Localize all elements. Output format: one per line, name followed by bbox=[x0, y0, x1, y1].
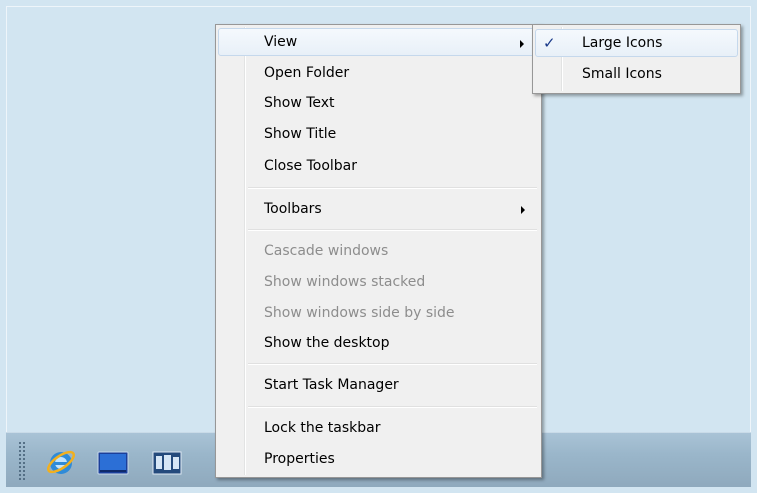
menu-item-view[interactable]: View bbox=[218, 28, 539, 56]
menu-item-label: Start Task Manager bbox=[264, 377, 399, 393]
menu-item-close-toolbar[interactable]: Close Toolbar bbox=[218, 152, 539, 180]
menu-separator bbox=[248, 406, 537, 408]
menu-item-label: Show the desktop bbox=[264, 335, 390, 351]
menu-item-show-desktop[interactable]: Show the desktop bbox=[218, 329, 539, 357]
menu-item-label: Open Folder bbox=[264, 65, 350, 81]
menu-item-show-windows-stacked: Show windows stacked bbox=[218, 268, 539, 296]
menu-item-label: Close Toolbar bbox=[264, 158, 358, 174]
desktop: View Open Folder Show Text Show Title Cl… bbox=[0, 0, 757, 493]
menu-item-label: View bbox=[264, 34, 298, 50]
menu-separator bbox=[248, 229, 537, 231]
menu-item-label: Toolbars bbox=[264, 201, 322, 217]
switch-windows-icon[interactable] bbox=[150, 445, 184, 479]
menu-item-show-title[interactable]: Show Title bbox=[218, 120, 539, 148]
menu-item-cascade-windows: Cascade windows bbox=[218, 237, 539, 265]
submenu-item-small-icons[interactable]: Small Icons bbox=[535, 60, 738, 88]
menu-item-label: Show windows side by side bbox=[264, 305, 455, 321]
menu-item-show-text[interactable]: Show Text bbox=[218, 89, 539, 117]
submenu-item-large-icons[interactable]: ✓ Large Icons bbox=[535, 29, 738, 57]
check-icon: ✓ bbox=[543, 34, 556, 52]
menu-separator bbox=[248, 363, 537, 365]
internet-explorer-icon[interactable] bbox=[44, 445, 78, 479]
menu-item-start-task-manager[interactable]: Start Task Manager bbox=[218, 371, 539, 399]
menu-item-label: Lock the taskbar bbox=[264, 420, 381, 436]
menu-item-lock-taskbar[interactable]: Lock the taskbar bbox=[218, 414, 539, 442]
menu-item-properties[interactable]: Properties bbox=[218, 445, 539, 473]
submenu-arrow-icon bbox=[521, 206, 525, 214]
submenu-arrow-icon bbox=[520, 40, 524, 48]
menu-separator bbox=[248, 187, 537, 189]
menu-item-label: Show Title bbox=[264, 126, 337, 142]
taskbar-grip[interactable] bbox=[18, 441, 26, 481]
menu-item-label: Properties bbox=[264, 451, 335, 467]
menu-item-show-windows-side-by-side: Show windows side by side bbox=[218, 299, 539, 327]
view-submenu: ✓ Large Icons Small Icons bbox=[532, 24, 741, 94]
taskbar-context-menu: View Open Folder Show Text Show Title Cl… bbox=[215, 24, 542, 478]
menu-item-open-folder[interactable]: Open Folder bbox=[218, 59, 539, 87]
show-desktop-icon[interactable] bbox=[96, 445, 130, 479]
menu-item-toolbars[interactable]: Toolbars bbox=[218, 195, 539, 223]
submenu-item-label: Large Icons bbox=[582, 35, 663, 51]
menu-item-label: Show Text bbox=[264, 95, 335, 111]
submenu-item-label: Small Icons bbox=[582, 66, 662, 82]
menu-item-label: Cascade windows bbox=[264, 243, 389, 259]
menu-item-label: Show windows stacked bbox=[264, 274, 426, 290]
